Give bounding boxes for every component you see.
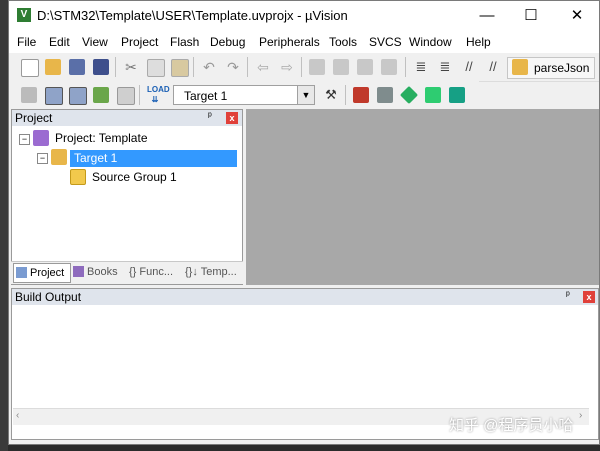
tab-books-label: Books (87, 266, 118, 278)
watermark: 知乎 @程序员小哈 (449, 417, 574, 434)
target-folder-icon (51, 149, 67, 165)
unindent-icon[interactable]: ≣ (437, 59, 453, 75)
tab-books[interactable]: Books (71, 263, 127, 281)
editor-area[interactable] (246, 109, 599, 285)
close-panel-icon[interactable]: x (583, 291, 595, 303)
parse-json-button[interactable]: parseJson (507, 57, 595, 79)
indent-icon[interactable]: ≣ (413, 59, 429, 75)
target-select[interactable]: Target 1 ▼ (173, 85, 315, 105)
tab-functions[interactable]: {} Func... (129, 263, 183, 281)
menu-help[interactable]: Help (466, 35, 491, 49)
build-output-title: Build Output (15, 290, 82, 304)
redo-icon[interactable]: ↷ (225, 59, 241, 75)
menu-peripherals[interactable]: Peripherals (259, 35, 320, 49)
undo-icon[interactable]: ↶ (201, 59, 217, 75)
translate-icon[interactable] (21, 87, 37, 103)
toolbar-separator (193, 57, 194, 77)
rebuild-icon[interactable] (69, 87, 87, 105)
tree-target-row[interactable]: Target 1 (70, 150, 237, 167)
toolbar-separator (405, 57, 406, 77)
tab-project-label: Project (30, 267, 65, 279)
uvision-window: V D:\STM32\Template\USER\Template.uvproj… (8, 0, 600, 445)
new-file-icon[interactable] (21, 59, 39, 77)
uncomment-icon[interactable]: // (485, 59, 501, 75)
tree-project-root[interactable]: Project: Template (55, 131, 148, 145)
window-title: D:\STM32\Template\USER\Template.uvprojx … (37, 8, 348, 23)
toolbar-separator (247, 57, 248, 77)
cut-icon[interactable]: ✂ (123, 59, 139, 75)
scroll-left-icon[interactable]: ‹ (16, 410, 19, 421)
target-options-icon[interactable]: ⚒ (323, 87, 339, 103)
toolbar-separator (139, 85, 140, 105)
title-bar: V D:\STM32\Template\USER\Template.uvproj… (9, 1, 599, 31)
menu-svcs[interactable]: SVCS (369, 35, 402, 49)
manage-components-icon[interactable] (353, 87, 369, 103)
tab-templates[interactable]: {}↓ Temp... (185, 263, 241, 281)
maximize-button[interactable]: ☐ (509, 1, 553, 31)
save-icon[interactable] (69, 59, 85, 75)
project-icon (33, 130, 49, 146)
menu-project[interactable]: Project (121, 35, 158, 49)
target-select-value: Target 1 (184, 89, 228, 103)
build-output-header: Build Output ᵖ x (12, 289, 598, 305)
toolbar-separator (301, 57, 302, 77)
toolbar-separator (345, 85, 346, 105)
project-panel-header: Project ᵖ x (12, 110, 242, 126)
file-extensions-icon[interactable] (377, 87, 393, 103)
menu-file[interactable]: File (17, 35, 36, 49)
clear-bookmarks-icon[interactable] (381, 59, 397, 75)
nav-forward-icon[interactable]: ⇨ (279, 59, 295, 75)
build-output-text[interactable] (12, 307, 598, 407)
menu-window[interactable]: Window (409, 35, 452, 49)
open-folder-icon[interactable] (45, 59, 61, 75)
comment-icon[interactable]: // (461, 59, 477, 75)
menu-flash[interactable]: Flash (170, 35, 199, 49)
pin-icon[interactable]: ᵖ (566, 290, 570, 301)
menu-view[interactable]: View (82, 35, 108, 49)
stop-build-icon[interactable] (117, 87, 135, 105)
project-panel: Project ᵖ x − Project: Template − Target… (11, 109, 243, 285)
download-load-icon[interactable]: LOAD ⇊ (147, 85, 170, 105)
parse-folder-icon (512, 59, 528, 75)
copy-icon[interactable] (147, 59, 165, 77)
prev-bookmark-icon[interactable] (333, 59, 349, 75)
tab-project[interactable]: Project (13, 263, 71, 283)
uvision-app-icon: V (17, 8, 31, 22)
source-group-folder-icon (70, 169, 86, 185)
scroll-right-icon[interactable]: › (579, 410, 582, 421)
collapse-target-icon[interactable]: − (37, 153, 48, 164)
parse-json-label: parseJson (534, 61, 590, 75)
nav-back-icon[interactable]: ⇦ (255, 59, 271, 75)
project-tab-icon (16, 267, 27, 278)
minimize-button[interactable]: — (465, 1, 509, 31)
chevron-down-icon[interactable]: ▼ (297, 86, 314, 104)
menu-tools[interactable]: Tools (329, 35, 357, 49)
manage-packs-icon[interactable] (449, 87, 465, 103)
pin-icon[interactable]: ᵖ (208, 111, 212, 122)
close-button[interactable]: ✕ (555, 1, 599, 31)
project-panel-title: Project (15, 111, 53, 125)
batch-build-icon[interactable] (93, 87, 109, 103)
books-icon (73, 266, 84, 277)
tree-target-label: Target 1 (74, 151, 118, 165)
toolbar-separator (115, 57, 116, 77)
next-bookmark-icon[interactable] (357, 59, 373, 75)
close-panel-icon[interactable]: x (226, 112, 238, 124)
bookmark-icon[interactable] (309, 59, 325, 75)
collapse-root-icon[interactable]: − (19, 134, 30, 145)
menu-edit[interactable]: Edit (49, 35, 70, 49)
paste-icon[interactable] (171, 59, 189, 77)
save-all-icon[interactable] (93, 59, 109, 75)
build-icon[interactable] (45, 87, 63, 105)
tree-source-group[interactable]: Source Group 1 (92, 170, 177, 184)
run-environment-icon[interactable] (425, 87, 441, 103)
menu-debug[interactable]: Debug (210, 35, 245, 49)
desktop-background (0, 0, 8, 451)
